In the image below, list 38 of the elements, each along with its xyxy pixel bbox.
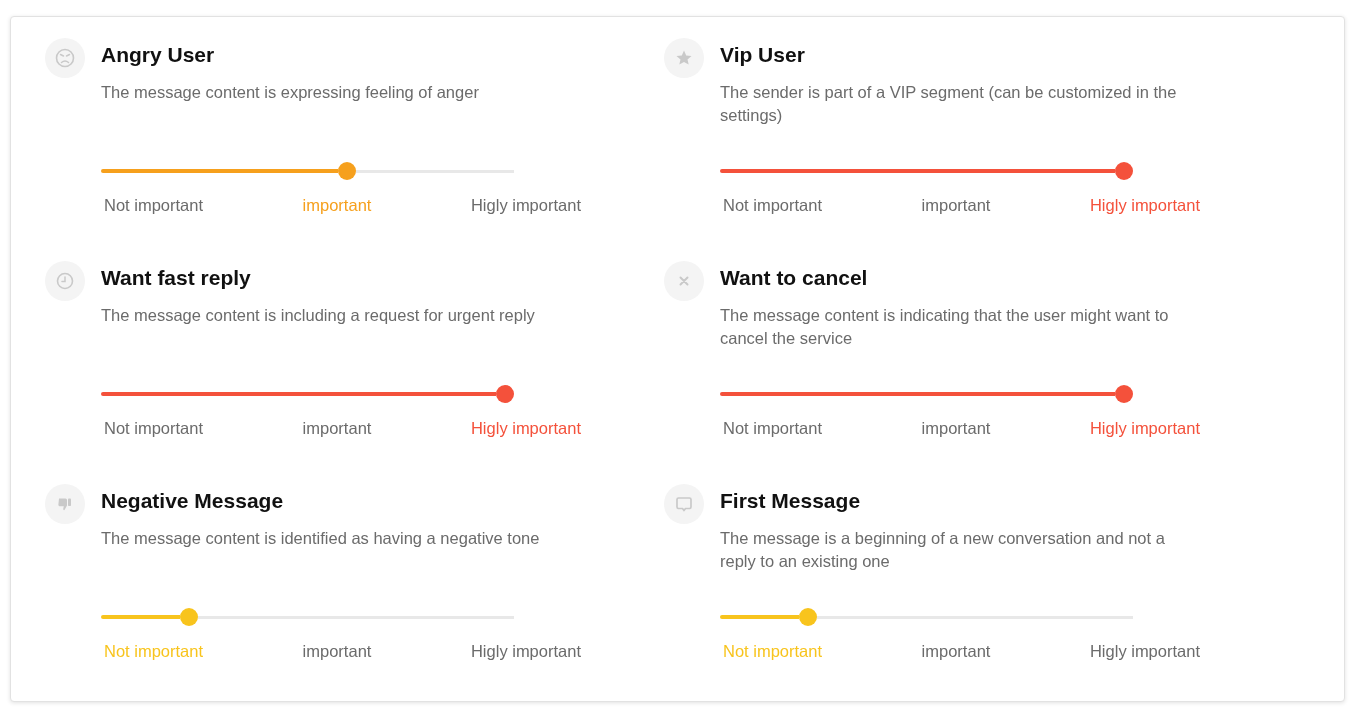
clock-icon (45, 261, 85, 301)
rule-title: Want fast reply (101, 265, 251, 291)
importance-option[interactable]: Higly important (470, 194, 581, 216)
importance-option[interactable]: Not important (723, 417, 823, 439)
importance-option[interactable]: important (921, 194, 991, 216)
slider-thumb[interactable] (338, 162, 356, 180)
rule-description: The message content is identified as having a negative tone (101, 528, 541, 549)
rule-description: The message is a beginning of a new conversation and not a reply to an existing one (720, 528, 1166, 572)
rule-description: The sender is part of a VIP segment (can be customized in the settings) (720, 82, 1178, 126)
importance-option[interactable]: Higly important (1089, 417, 1200, 439)
angry-face-icon (45, 38, 85, 78)
importance-option[interactable]: Higly important (470, 640, 581, 662)
importance-option[interactable]: Higly important (1089, 194, 1200, 216)
rule-title: Angry User (101, 42, 215, 68)
slider-thumb[interactable] (799, 608, 817, 626)
rule-title: Negative Message (101, 488, 284, 514)
importance-option[interactable]: important (921, 417, 991, 439)
importance-option[interactable]: Not important (104, 417, 204, 439)
rule-title: Want to cancel (720, 265, 868, 291)
importance-option[interactable]: Not important (723, 194, 823, 216)
slider-thumb[interactable] (180, 608, 198, 626)
close-icon (664, 261, 704, 301)
rule-description: The message content is including a request for urgent reply (101, 305, 536, 326)
rule-title: Vip User (720, 42, 805, 68)
slider-thumb[interactable] (496, 385, 514, 403)
importance-option[interactable]: Higly important (470, 417, 581, 439)
importance-option[interactable]: Not important (104, 194, 204, 216)
rule-description: The message content is indicating that the user might want to cancel the service (720, 305, 1170, 349)
importance-option[interactable]: important (302, 417, 372, 439)
rule-title: First Message (720, 488, 861, 514)
importance-option[interactable]: important (302, 640, 372, 662)
rule-description: The message content is expressing feeling of anger (101, 82, 480, 103)
importance-option[interactable]: Higly important (1089, 640, 1200, 662)
slider-thumb[interactable] (1115, 385, 1133, 403)
slider-thumb[interactable] (1115, 162, 1133, 180)
thumbs-down-icon (45, 484, 85, 524)
speech-bubble-icon (664, 484, 704, 524)
importance-option[interactable]: important (921, 640, 991, 662)
